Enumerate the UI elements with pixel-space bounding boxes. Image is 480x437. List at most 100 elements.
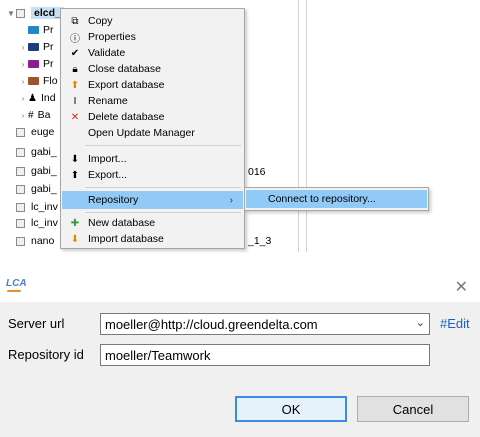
check-icon: ✔ <box>70 47 80 59</box>
delete-icon: ✕ <box>70 111 80 123</box>
tree-item-label: Flo <box>43 75 58 87</box>
menu-item-label: Export database <box>88 79 165 91</box>
chevron-right-icon[interactable]: › <box>18 43 28 52</box>
database-label: gabi_ <box>31 165 57 177</box>
folder-icon <box>28 43 39 51</box>
menu-item-label: Close database <box>88 63 161 75</box>
repository-id-value: moeller/Teamwork <box>105 347 211 363</box>
tree-folder-item[interactable]: › # Ba <box>18 107 51 123</box>
menu-item-rename[interactable]: I Rename <box>62 93 243 109</box>
menu-separator <box>85 187 241 188</box>
menu-item-validate[interactable]: ✔ Validate <box>62 45 243 61</box>
menu-item-export-database[interactable]: ⬆ Export database <box>62 77 243 93</box>
database-item[interactable]: lc_inv <box>16 215 58 231</box>
menu-item-label: Export... <box>88 169 128 181</box>
logo-underline <box>7 290 21 292</box>
export-icon: ⬆ <box>70 169 80 181</box>
folder-icon <box>28 77 39 85</box>
menu-item-label: Properties <box>88 31 136 43</box>
new-database-icon: ✚ <box>70 217 80 229</box>
database-item[interactable]: gabi_ <box>16 181 57 197</box>
folder-icon <box>28 60 39 68</box>
ok-button[interactable]: OK <box>235 396 347 422</box>
database-icon <box>16 236 25 246</box>
context-menu: ⧉ Copy ⓘ Properties ✔ Validate 🔒︎ Close … <box>60 8 245 249</box>
import-icon: ⬇ <box>70 153 80 165</box>
database-icon <box>16 8 25 18</box>
menu-item-delete-database[interactable]: ✕ Delete database <box>62 109 243 125</box>
tree-folder-item[interactable]: › ♟ Ind <box>18 90 56 106</box>
menu-item-repository[interactable]: Repository › <box>62 191 243 209</box>
menu-item-export[interactable]: ⬆ Export... <box>62 167 243 183</box>
cancel-button[interactable]: Cancel <box>357 396 469 422</box>
menu-item-label: Delete database <box>88 111 165 123</box>
database-icon <box>16 127 25 137</box>
database-icon <box>16 184 25 194</box>
info-icon: ⓘ <box>70 33 80 45</box>
database-item[interactable]: gabi_ <box>16 144 57 160</box>
menu-item-open-update-manager[interactable]: Open Update Manager <box>62 125 243 141</box>
repository-submenu: Connect to repository... <box>244 187 429 211</box>
tree-item-label: Ind <box>40 92 56 104</box>
tree-item-label: Pr <box>43 24 54 36</box>
database-item[interactable]: lc_inv <box>16 199 58 215</box>
server-url-combo[interactable]: moeller@http://cloud.greendelta.com ⌄ <box>100 313 430 335</box>
lock-icon: 🔒︎ <box>72 63 78 75</box>
chevron-right-icon[interactable]: › <box>18 60 28 69</box>
menu-item-label: Validate <box>88 47 126 59</box>
tree-folder-item[interactable]: › Pr <box>18 39 54 55</box>
person-icon: ♟ <box>28 92 37 104</box>
chevron-down-icon[interactable]: ⌄ <box>416 316 425 329</box>
close-icon[interactable]: ✕ <box>455 277 468 297</box>
tree-folder-item[interactable]: › Flo <box>18 73 58 89</box>
chevron-right-icon[interactable]: › <box>18 77 28 86</box>
grid-icon: # <box>28 109 34 121</box>
copy-icon: ⧉ <box>71 15 79 27</box>
tree-folder-item[interactable]: › Pr <box>18 56 54 72</box>
export-icon: ⬆ <box>70 79 80 91</box>
tree-item-label: Ba <box>37 109 51 121</box>
tree-item-suffix: _1_3 <box>248 235 272 247</box>
database-icon <box>16 166 25 176</box>
menu-item-copy[interactable]: ⧉ Copy <box>62 13 243 29</box>
database-item[interactable]: gabi_ <box>16 163 57 179</box>
database-item[interactable]: euge <box>16 124 54 140</box>
lca-logo-icon: LCA <box>6 278 27 289</box>
tree-item-suffix: 016 <box>248 166 266 178</box>
menu-item-label: Import database <box>88 233 164 245</box>
menu-separator <box>85 145 241 146</box>
menu-item-connect-to-repository[interactable]: Connect to repository... <box>246 190 427 208</box>
chevron-down-icon[interactable]: ▼ <box>6 9 16 18</box>
database-label: gabi_ <box>31 146 57 158</box>
navigation-panel: ▼ elcd_ Pr › Pr › Pr › Flo › ♟ Ind › # B… <box>0 0 480 252</box>
menu-item-close-database[interactable]: 🔒︎ Close database <box>62 61 243 77</box>
menu-item-import[interactable]: ⬇ Import... <box>62 151 243 167</box>
server-url-value: moeller@http://cloud.greendelta.com <box>105 316 318 332</box>
menu-item-label: Copy <box>88 15 113 27</box>
database-label: nano <box>31 235 55 247</box>
database-label: gabi_ <box>31 183 57 195</box>
menu-item-label: Repository <box>88 194 139 206</box>
database-label: lc_inv <box>31 201 58 213</box>
chevron-right-icon[interactable]: › <box>18 111 28 120</box>
menu-item-import-database[interactable]: ⬇ Import database <box>62 231 243 247</box>
edit-link[interactable]: #Edit <box>440 316 470 331</box>
database-icon <box>16 218 25 228</box>
menu-item-label: Import... <box>88 153 127 165</box>
tree-folder-item[interactable]: Pr <box>28 22 54 38</box>
chevron-right-icon[interactable]: › <box>18 94 28 103</box>
tree-item-label: Pr <box>43 41 54 53</box>
menu-separator <box>85 212 241 213</box>
repository-id-input[interactable]: moeller/Teamwork <box>100 344 430 366</box>
text-cursor-icon: I <box>73 95 77 107</box>
column-divider <box>306 0 307 252</box>
menu-item-new-database[interactable]: ✚ New database <box>62 215 243 231</box>
database-icon <box>16 147 25 157</box>
dialog-titlebar: LCA ✕ <box>0 272 480 302</box>
database-label: euge <box>31 126 55 138</box>
tree-root[interactable]: ▼ elcd_ <box>6 5 64 21</box>
server-url-label: Server url <box>8 316 65 331</box>
menu-item-label: Open Update Manager <box>88 127 195 139</box>
menu-item-properties[interactable]: ⓘ Properties <box>62 29 243 45</box>
database-item[interactable]: nano <box>16 233 54 249</box>
